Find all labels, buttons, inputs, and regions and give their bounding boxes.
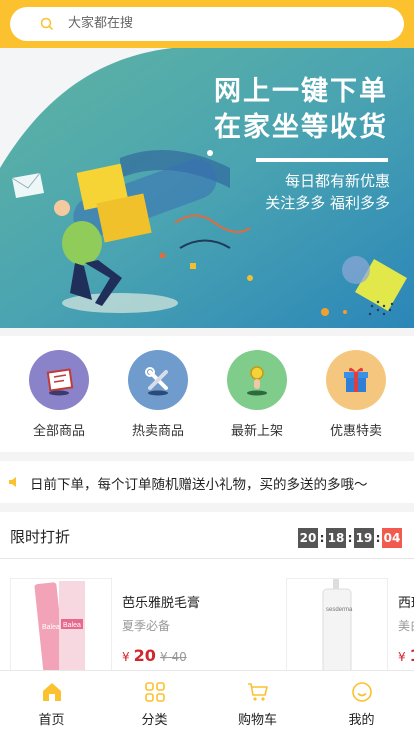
coin-hand-icon (227, 350, 287, 410)
tab-profile[interactable]: 我的 (310, 681, 413, 728)
product-old-price: ¥ 40 (160, 650, 187, 664)
search-icon (40, 17, 54, 31)
price-value: 20 (133, 646, 156, 665)
product-brand: sesderma (326, 607, 353, 613)
cart-icon (247, 683, 268, 701)
product-subtitle: 夏季必备 (122, 619, 171, 633)
wrench-icon (128, 350, 188, 410)
product-price: ¥1 (398, 646, 414, 665)
search-input[interactable]: 大家都在搜 (10, 7, 404, 41)
flash-sale-section: 限时打折 20 : 18 : 19 : 04 Balea Balea 芭乐雅脱毛… (0, 512, 414, 674)
speaker-icon (9, 477, 16, 487)
product-image[interactable]: sesderma (286, 578, 388, 674)
tab-label: 我的 (348, 713, 375, 728)
countdown-seconds: 19 (354, 528, 374, 548)
bottom-tab-bar: 首页 分类 购物车 我的 (0, 670, 414, 736)
banner-headline-2: 在家坐等收货 (214, 112, 388, 143)
product-brand: Balea (42, 624, 60, 631)
tab-home[interactable]: 首页 (0, 681, 103, 728)
product-subtitle: 美白 (398, 619, 414, 633)
category-discount[interactable]: 优惠特卖 (306, 350, 406, 439)
countdown-minutes: 18 (326, 528, 346, 548)
product-image[interactable]: Balea Balea (10, 578, 112, 674)
tab-label: 购物车 (237, 713, 277, 728)
banner-divider (256, 158, 388, 162)
smile-icon (351, 682, 372, 702)
countdown-hours: 20 (298, 528, 318, 548)
category-nav: 全部商品 热卖商品 最新上架 优惠特卖 (0, 336, 414, 452)
product-name[interactable]: 西班 (398, 592, 414, 611)
banner-headline: 网上一键下单 在家坐等收货 (214, 74, 388, 146)
category-label: 优惠特卖 (329, 424, 382, 439)
countdown-separator: : (319, 531, 325, 545)
product-brand: Balea (63, 622, 81, 629)
announcement-bar[interactable]: 日前下单，每个订单随机赠送小礼物，买的多送的多哦～ (0, 461, 414, 503)
section-title: 限时打折 (10, 528, 71, 546)
countdown-centiseconds: 04 (382, 528, 402, 548)
product-price: ¥20 (122, 646, 156, 665)
grid-icon (144, 682, 165, 702)
clipboard-icon (29, 350, 89, 410)
price-value: 1 (410, 646, 414, 665)
category-new-arrivals[interactable]: 最新上架 (207, 350, 307, 439)
category-label: 热卖商品 (131, 424, 184, 439)
search-bar: 大家都在搜 (0, 0, 414, 48)
banner-subtitle: 每日都有新优惠 关注多多 福利多多 (265, 170, 390, 214)
product-name[interactable]: 芭乐雅脱毛膏 (122, 592, 200, 611)
announcement-text: 日前下单，每个订单随机赠送小礼物，买的多送的多哦～ (30, 477, 368, 493)
tab-cart[interactable]: 购物车 (206, 681, 309, 728)
home-icon (42, 683, 61, 701)
currency-symbol: ¥ (398, 650, 406, 664)
countdown-timer: 20 : 18 : 19 : 04 (298, 528, 402, 548)
home-page: 大家都在搜 网上一键下单 在家坐等收货 每日都有新优惠 关注多多 福利多多 全部… (0, 0, 414, 736)
tab-category[interactable]: 分类 (103, 681, 206, 728)
category-label: 全部商品 (32, 424, 85, 439)
countdown-separator: : (375, 531, 381, 545)
category-hot-sale[interactable]: 热卖商品 (108, 350, 208, 439)
divider (0, 558, 414, 559)
countdown-separator: : (347, 531, 353, 545)
banner-sub-2: 关注多多 福利多多 (265, 194, 390, 212)
gift-icon (326, 350, 386, 410)
tab-label: 首页 (38, 713, 65, 728)
banner-sub-1: 每日都有新优惠 (284, 172, 390, 190)
category-all-products[interactable]: 全部商品 (9, 350, 109, 439)
banner-headline-1: 网上一键下单 (214, 76, 388, 107)
search-placeholder: 大家都在搜 (68, 16, 134, 31)
currency-symbol: ¥ (122, 650, 130, 664)
tab-label: 分类 (141, 713, 168, 728)
category-label: 最新上架 (230, 424, 283, 439)
promo-banner[interactable]: 网上一键下单 在家坐等收货 每日都有新优惠 关注多多 福利多多 (0, 48, 414, 328)
